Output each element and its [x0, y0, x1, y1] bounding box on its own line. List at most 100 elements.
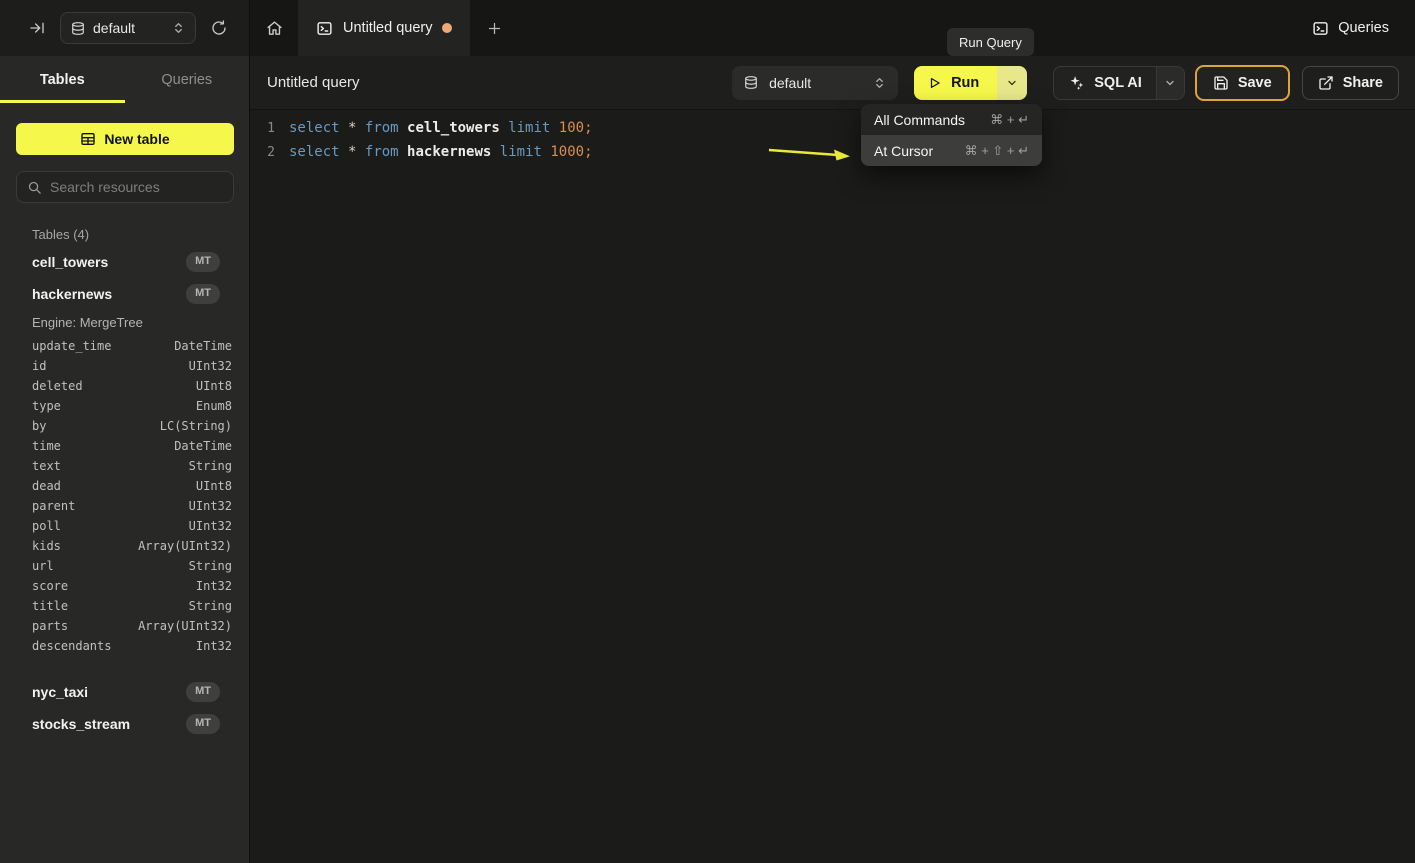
- menu-item-label: All Commands: [874, 112, 982, 128]
- share-icon: [1318, 75, 1334, 91]
- column-row: descendantsInt32: [0, 636, 249, 656]
- run-options-button[interactable]: [997, 66, 1027, 100]
- column-row: urlString: [0, 556, 249, 576]
- search-input[interactable]: [50, 179, 223, 195]
- column-name: id: [32, 359, 189, 373]
- sidebar-tab-tables[interactable]: Tables: [0, 56, 125, 103]
- column-type: String: [189, 459, 232, 473]
- toolbar-database-selector[interactable]: default: [732, 66, 898, 100]
- new-tab-button[interactable]: [470, 0, 518, 56]
- run-query-tooltip: Run Query: [947, 28, 1034, 56]
- column-row: scoreInt32: [0, 576, 249, 596]
- table-item-stocks_stream[interactable]: stocks_streamMT: [0, 708, 249, 740]
- toolbar-database-value: default: [767, 75, 864, 91]
- sql-token: [491, 144, 499, 160]
- column-name: kids: [32, 539, 138, 553]
- collapse-sidebar-button[interactable]: [24, 15, 50, 41]
- home-button[interactable]: [250, 0, 298, 56]
- topbar-right: Queries: [1312, 0, 1415, 56]
- column-type: String: [189, 599, 232, 613]
- share-button[interactable]: Share: [1302, 66, 1399, 100]
- run-button-label: Run: [951, 75, 979, 91]
- table-item-cell_towers[interactable]: cell_towersMT: [0, 246, 249, 278]
- column-row: partsArray(UInt32): [0, 616, 249, 636]
- column-row: textString: [0, 456, 249, 476]
- column-row: deadUInt8: [0, 476, 249, 496]
- save-button[interactable]: Save: [1195, 65, 1290, 101]
- table-name: hackernews: [32, 286, 186, 302]
- column-type: Int32: [196, 639, 232, 653]
- sql-editor[interactable]: 1select * from cell_towers limit 100;2se…: [250, 110, 1415, 164]
- engine-badge: MT: [186, 682, 220, 701]
- column-row: deletedUInt8: [0, 376, 249, 396]
- sql-ai-options-button[interactable]: [1156, 67, 1184, 99]
- query-toolbar: Untitled query default Run: [250, 56, 1415, 110]
- engine-badge: MT: [186, 252, 220, 271]
- sql-ai-split-button: SQL AI: [1053, 66, 1185, 100]
- line-number: 2: [250, 145, 275, 160]
- sql-token: from: [365, 144, 399, 160]
- table-name: stocks_stream: [32, 716, 186, 732]
- column-type: UInt8: [196, 479, 232, 493]
- spacer: [0, 666, 249, 676]
- table-name: cell_towers: [32, 254, 186, 270]
- table-item-hackernews[interactable]: hackernewsMT: [0, 278, 249, 310]
- menu-item-shortcut: ⌘ + ⇧ + ↵: [965, 143, 1029, 159]
- tables-section-title: Tables (4): [32, 227, 249, 242]
- sql-token: [550, 120, 558, 136]
- column-type: String: [189, 559, 232, 573]
- database-icon: [71, 21, 85, 36]
- engine-badge: MT: [186, 714, 220, 733]
- column-name: update_time: [32, 339, 174, 353]
- column-name: descendants: [32, 639, 196, 653]
- sql-token: ;: [584, 144, 592, 160]
- column-type: Enum8: [196, 399, 232, 413]
- menu-item-all-commands[interactable]: All Commands ⌘ + ↵: [861, 104, 1042, 135]
- refresh-icon: [211, 20, 227, 36]
- menu-item-shortcut: ⌘ + ↵: [990, 112, 1029, 128]
- sql-ai-button[interactable]: SQL AI: [1054, 67, 1156, 99]
- tab-strip: Untitled query: [250, 0, 1312, 56]
- column-type: UInt32: [189, 359, 232, 373]
- column-row: pollUInt32: [0, 516, 249, 536]
- query-title: Untitled query: [267, 74, 360, 91]
- share-button-label: Share: [1343, 75, 1383, 91]
- column-row: byLC(String): [0, 416, 249, 436]
- menu-item-at-cursor[interactable]: At Cursor⌘ + ⇧ + ↵: [861, 135, 1042, 166]
- sql-token: [399, 144, 407, 160]
- column-name: url: [32, 559, 189, 573]
- column-name: by: [32, 419, 160, 433]
- sql-token: from: [365, 120, 399, 136]
- main-panel: Untitled query default Run: [250, 56, 1415, 863]
- new-table-button[interactable]: New table: [16, 123, 234, 155]
- database-selector-value: default: [93, 20, 164, 36]
- sql-token: cell_towers: [407, 120, 500, 136]
- column-type: LC(String): [160, 419, 232, 433]
- save-button-label: Save: [1238, 75, 1272, 91]
- column-row: titleString: [0, 596, 249, 616]
- database-icon: [744, 75, 758, 90]
- sql-token: [399, 120, 407, 136]
- editor-line: 2select * from hackernews limit 1000;: [250, 140, 1415, 164]
- tab-untitled-query[interactable]: Untitled query: [298, 0, 470, 56]
- run-button[interactable]: Run: [914, 66, 997, 100]
- queries-panel-button[interactable]: Queries: [1312, 20, 1389, 37]
- column-type: UInt8: [196, 379, 232, 393]
- refresh-button[interactable]: [206, 15, 232, 41]
- run-split-button: Run: [914, 66, 1027, 100]
- app: default Untitled query: [0, 0, 1415, 863]
- engine-badge: MT: [186, 284, 220, 303]
- table-item-nyc_taxi[interactable]: nyc_taxiMT: [0, 676, 249, 708]
- line-number: 1: [250, 121, 275, 136]
- sql-token: select: [289, 120, 340, 136]
- save-icon: [1213, 75, 1229, 91]
- search-box: [16, 171, 234, 203]
- sidebar-tab-queries[interactable]: Queries: [125, 56, 250, 103]
- sidebar: Tables Queries New table Tables (4) cell…: [0, 56, 250, 863]
- collapse-sidebar-icon: [29, 20, 45, 36]
- sql-token: [500, 120, 508, 136]
- chevron-down-icon: [1164, 77, 1176, 89]
- database-selector[interactable]: default: [60, 12, 196, 44]
- sql-token: [356, 144, 364, 160]
- sql-token: hackernews: [407, 144, 491, 160]
